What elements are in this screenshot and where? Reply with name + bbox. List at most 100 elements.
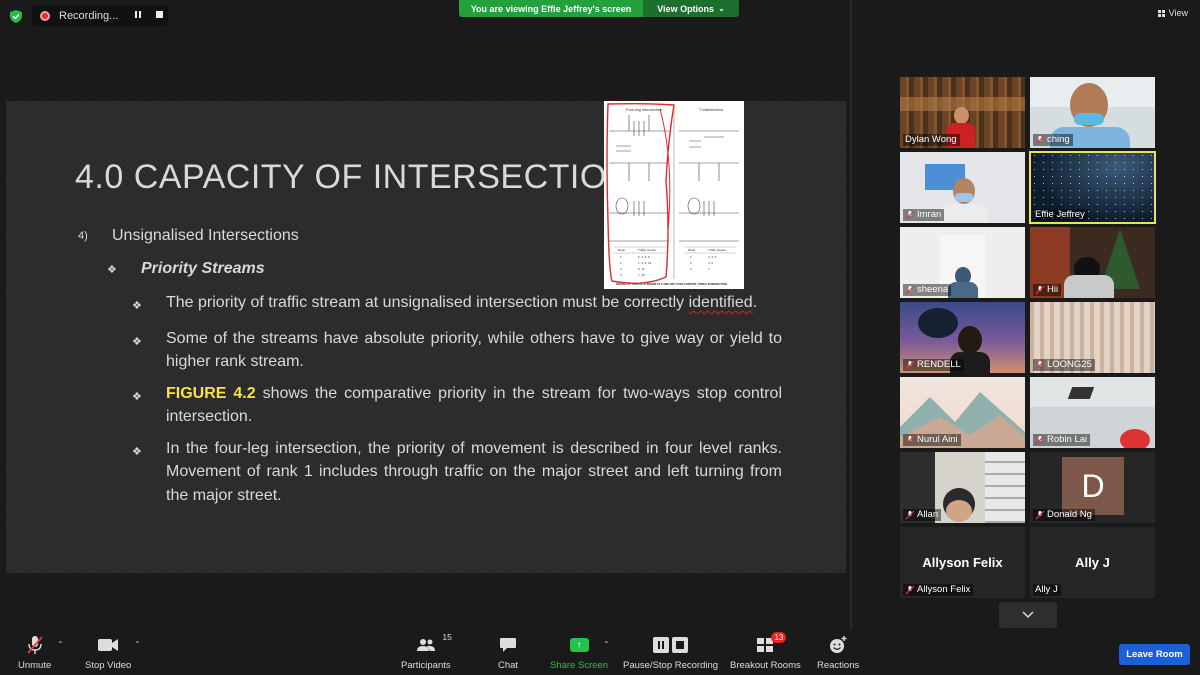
view-options-label: View Options <box>657 3 715 14</box>
mic-muted-icon <box>905 435 915 445</box>
recording-indicator: Recording... <box>32 5 168 26</box>
mic-muted-icon <box>1035 285 1045 295</box>
stop-video-label: Stop Video <box>85 660 132 671</box>
participant-name: Nurul Aini <box>903 434 961 446</box>
recording-label: Recording... <box>59 9 119 22</box>
mic-muted-icon <box>905 210 915 220</box>
share-options-caret-icon[interactable]: ⌃ <box>603 640 610 649</box>
mic-muted-icon <box>1035 435 1045 445</box>
participants-label: Participants <box>401 660 451 671</box>
participants-count: 15 <box>442 632 452 642</box>
participant-name: Robin Lai <box>1033 434 1091 446</box>
participant-video <box>954 107 969 124</box>
breakout-rooms-badge: 13 <box>771 632 787 643</box>
pause-recording-button[interactable] <box>130 6 146 22</box>
mic-muted-icon <box>905 285 915 295</box>
pause-icon <box>653 637 670 653</box>
breakout-rooms-button[interactable]: 13 Breakout Rooms <box>730 632 801 671</box>
participant-tile-imran[interactable]: Imran <box>900 152 1025 223</box>
bullet-list: ❖ The priority of traffic stream at unsi… <box>132 291 782 515</box>
participant-tile-dylan-wong[interactable]: Dylan Wong <box>900 77 1025 148</box>
mic-muted-icon <box>905 360 915 370</box>
viewing-banner: You are viewing Effie Jeffrey's screen <box>459 0 643 17</box>
figure-reference: FIGURE 4.2 <box>166 384 256 402</box>
stop-recording-button[interactable] <box>151 6 167 22</box>
bullet-item: ❖ Some of the streams have absolute prio… <box>132 327 782 374</box>
bullet-text: FIGURE 4.2 shows the comparative priorit… <box>166 382 782 429</box>
view-options-button[interactable]: View Options ⌄ <box>643 0 739 17</box>
stop-video-button[interactable]: Stop Video <box>85 634 131 671</box>
outline-level-1: 4) Unsignalised Intersections <box>78 227 299 245</box>
participant-video <box>1064 275 1114 298</box>
participant-tile-loong25[interactable]: LOONG25 <box>1030 302 1155 373</box>
participant-tile-robin-lai[interactable]: Robin Lai <box>1030 377 1155 448</box>
outline-level-2-text: Priority Streams <box>141 260 265 277</box>
unmute-label: Unmute <box>18 660 52 671</box>
tree-silhouette <box>918 308 958 338</box>
breakout-rooms-label: Breakout Rooms <box>730 660 801 671</box>
participant-tile-donald-ng[interactable]: D Donald Ng <box>1030 452 1155 523</box>
chevron-down-icon: ⌄ <box>718 4 725 13</box>
share-screen-button[interactable]: ↑ Share Screen <box>550 634 608 671</box>
table-cell: 2, 3, 5, 6 <box>638 255 650 259</box>
view-label: View <box>1168 8 1188 18</box>
bullet-text: The priority of traffic stream at unsign… <box>166 291 782 319</box>
table-header-rank: Rank <box>688 248 696 252</box>
annotated-word: identified <box>688 294 753 311</box>
participant-tile-ching[interactable]: ching <box>1030 77 1155 148</box>
slide-title: 4.0 CAPACITY OF INTERSECTIONS <box>75 158 656 196</box>
reactions-button[interactable]: Reactions <box>817 634 859 671</box>
participant-name: Effie Jeffrey <box>1033 209 1088 221</box>
participant-name: Dylan Wong <box>903 134 960 146</box>
video-options-caret-icon[interactable]: ⌃ <box>134 640 141 649</box>
participant-name: Donald Ng <box>1033 509 1095 521</box>
pause-icon <box>135 10 141 18</box>
participant-tile-rendell[interactable]: RENDELL <box>900 302 1025 373</box>
participant-tile-allan[interactable]: Allan <box>900 452 1025 523</box>
view-button[interactable]: View <box>1157 8 1188 18</box>
participant-tile-effie-jeffrey[interactable]: Effie Jeffrey <box>1029 151 1156 224</box>
chat-button[interactable]: Chat <box>498 634 518 671</box>
participant-name: Allan <box>903 509 942 521</box>
participant-name: Imran <box>903 209 945 221</box>
panel-divider[interactable] <box>850 0 852 630</box>
video-background <box>1030 377 1155 407</box>
diamond-bullet-icon: ❖ <box>132 300 142 312</box>
pause-stop-recording-button[interactable]: Pause/Stop Recording <box>623 634 718 671</box>
audio-options-caret-icon[interactable]: ⌃ <box>57 640 64 649</box>
participant-tile-nurul-aini[interactable]: Nurul Aini <box>900 377 1025 448</box>
participant-video <box>940 204 988 223</box>
participant-tile-hii[interactable]: Hii <box>1030 227 1155 298</box>
figure-label-right: T-intersection <box>699 107 723 112</box>
participant-name: LOONG25 <box>1033 359 1095 371</box>
table-cell: 7, 10 <box>638 273 645 277</box>
participants-button[interactable]: 15 Participants <box>401 632 452 671</box>
chat-label: Chat <box>498 660 519 671</box>
participant-display-name: Ally J <box>1075 555 1110 570</box>
participant-tile-allyson-felix[interactable]: Allyson Felix Allyson Felix <box>900 527 1025 598</box>
participant-name: sheena <box>903 284 952 296</box>
grid-view-icon <box>1157 9 1165 17</box>
participant-tile-ally-j[interactable]: Ally J Ally J <box>1030 527 1155 598</box>
diamond-bullet-icon: ❖ <box>132 445 142 458</box>
bullet-text-part: . <box>752 294 758 311</box>
leave-room-button[interactable]: Leave Room <box>1119 644 1190 665</box>
gallery-next-page-button[interactable] <box>999 602 1057 628</box>
table-cell: 4, 6 <box>708 261 713 265</box>
participant-video <box>958 326 982 354</box>
table-header-stream: Traffic stream <box>708 248 727 252</box>
participant-tile-sheena[interactable]: sheena <box>900 227 1025 298</box>
diamond-bullet-icon: ❖ <box>132 335 142 348</box>
diamond-bullet-icon: ❖ <box>107 264 117 276</box>
outline-number: 4) <box>78 230 88 242</box>
meeting-toolbar: Unmute ⌃ Stop Video ⌃ 15 Participants Ch… <box>0 630 1200 675</box>
participant-video <box>946 500 972 522</box>
participant-display-name: Allyson Felix <box>922 555 1003 570</box>
mic-muted-icon <box>905 510 915 520</box>
unmute-button[interactable]: Unmute <box>18 634 51 671</box>
shield-check-icon[interactable] <box>10 10 22 23</box>
shared-screen: 4.0 CAPACITY OF INTERSECTIONS 4) Unsigna… <box>6 101 846 573</box>
intersection-figure: Four-leg intersection T-intersection Ran… <box>604 101 744 289</box>
participant-video <box>948 282 978 298</box>
chat-bubble-icon <box>500 638 517 652</box>
